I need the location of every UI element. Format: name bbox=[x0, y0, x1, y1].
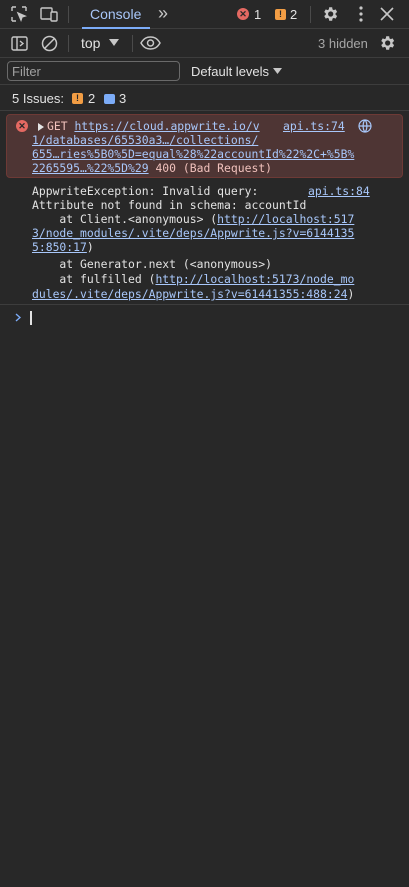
filter-box bbox=[7, 61, 180, 81]
log-line-3: at Client.<anonymous> (http://localhost:… bbox=[32, 212, 355, 226]
device-toolbar-icon[interactable] bbox=[38, 4, 60, 24]
console-input-cursor[interactable] bbox=[30, 311, 32, 325]
clear-console-icon[interactable] bbox=[39, 33, 59, 53]
console-toolbar: top 3 hidden bbox=[0, 29, 409, 58]
issues-warning-icon: ! bbox=[72, 93, 83, 104]
more-tabs-icon[interactable]: » bbox=[153, 3, 173, 23]
log-line-7: at fulfilled (http://localhost:5173/node… bbox=[32, 272, 355, 286]
issues-bar[interactable]: 5 Issues: ! 2 3 bbox=[0, 85, 409, 111]
expand-triangle-icon[interactable] bbox=[38, 123, 44, 131]
error-icon: ✕ bbox=[16, 120, 28, 132]
error-icon: ✕ bbox=[237, 8, 249, 20]
filter-input[interactable] bbox=[12, 63, 172, 79]
context-selector-value: top bbox=[81, 35, 101, 51]
request-url-link[interactable]: https://cloud.appwrite.io/v bbox=[74, 119, 259, 133]
request-url-end[interactable]: 2265595…%22%5D%29 bbox=[32, 161, 149, 175]
settings-gear-icon[interactable] bbox=[319, 3, 341, 25]
log-source-link[interactable]: api.ts:84 bbox=[308, 184, 370, 198]
warning-icon: ! bbox=[275, 9, 286, 20]
issues-info-count: 3 bbox=[119, 91, 127, 106]
prompt-chevron-icon bbox=[15, 313, 21, 322]
network-globe-icon[interactable] bbox=[357, 118, 373, 134]
status-text: 400 (Bad Request) bbox=[148, 161, 273, 175]
sidebar-toggle-icon[interactable] bbox=[9, 33, 29, 53]
warning-count: 2 bbox=[290, 7, 298, 22]
tab-console[interactable]: Console bbox=[82, 0, 150, 29]
stack-link-fulfilled-cont[interactable]: dules/.vite/deps/Appwrite.js?v=61441355:… bbox=[32, 287, 347, 301]
stack-link-client-end[interactable]: 5:850:17 bbox=[32, 240, 87, 254]
live-expression-eye-icon[interactable] bbox=[138, 33, 162, 53]
stack-link-client-cont[interactable]: 3/node_modules/.vite/deps/Appwrite.js?v=… bbox=[32, 226, 354, 240]
tab-console-label: Console bbox=[90, 6, 142, 22]
issues-label: 5 Issues: bbox=[12, 91, 65, 106]
log-line-5: 5:850:17) bbox=[32, 240, 94, 254]
error-url-line-4: 2265595…%22%5D%29 400 (Bad Request) bbox=[32, 161, 272, 175]
stack-link-client[interactable]: http://localhost:517 bbox=[217, 212, 354, 226]
issues-info-icon bbox=[104, 94, 115, 104]
chevron-down-icon bbox=[273, 68, 282, 74]
log-line-8: dules/.vite/deps/Appwrite.js?v=61441355:… bbox=[32, 287, 355, 301]
error-url-line-3[interactable]: 655…ries%5B0%5D=equal%28%22accountId%22%… bbox=[32, 147, 354, 161]
stack-link-fulfilled[interactable]: http://localhost:5173/node_mo bbox=[155, 272, 354, 286]
issues-warning-count: 2 bbox=[88, 91, 96, 106]
log-line-4: 3/node_modules/.vite/deps/Appwrite.js?v=… bbox=[32, 226, 354, 240]
warning-counter[interactable]: ! 2 bbox=[275, 7, 303, 23]
log-line-1: AppwriteException: Invalid query: bbox=[32, 184, 259, 198]
error-line-1: GET https://cloud.appwrite.io/v bbox=[47, 119, 260, 133]
log-line-2: Attribute not found in schema: accountId bbox=[32, 198, 307, 212]
inspect-element-icon[interactable] bbox=[9, 4, 29, 24]
more-options-icon[interactable] bbox=[351, 3, 371, 25]
error-counter[interactable]: ✕ 1 bbox=[237, 7, 265, 23]
error-count: 1 bbox=[254, 7, 262, 22]
hidden-messages-count[interactable]: 3 hidden bbox=[318, 36, 368, 51]
error-url-line-2[interactable]: 1/databases/65530a3…/collections/ bbox=[32, 133, 258, 147]
log-levels-label: Default levels bbox=[191, 64, 270, 79]
console-settings-gear-icon[interactable] bbox=[376, 33, 398, 53]
request-method: GET bbox=[47, 119, 68, 133]
close-icon[interactable] bbox=[377, 3, 397, 25]
chevron-down-icon bbox=[109, 39, 119, 46]
error-source-link[interactable]: api.ts:74 bbox=[283, 119, 345, 133]
context-selector[interactable]: top bbox=[74, 33, 126, 53]
log-levels-dropdown[interactable]: Default levels bbox=[186, 61, 286, 81]
devtools-tabbar: Console » ✕ 1 ! 2 bbox=[0, 0, 409, 29]
log-line-6: at Generator.next (<anonymous>) bbox=[32, 257, 273, 271]
